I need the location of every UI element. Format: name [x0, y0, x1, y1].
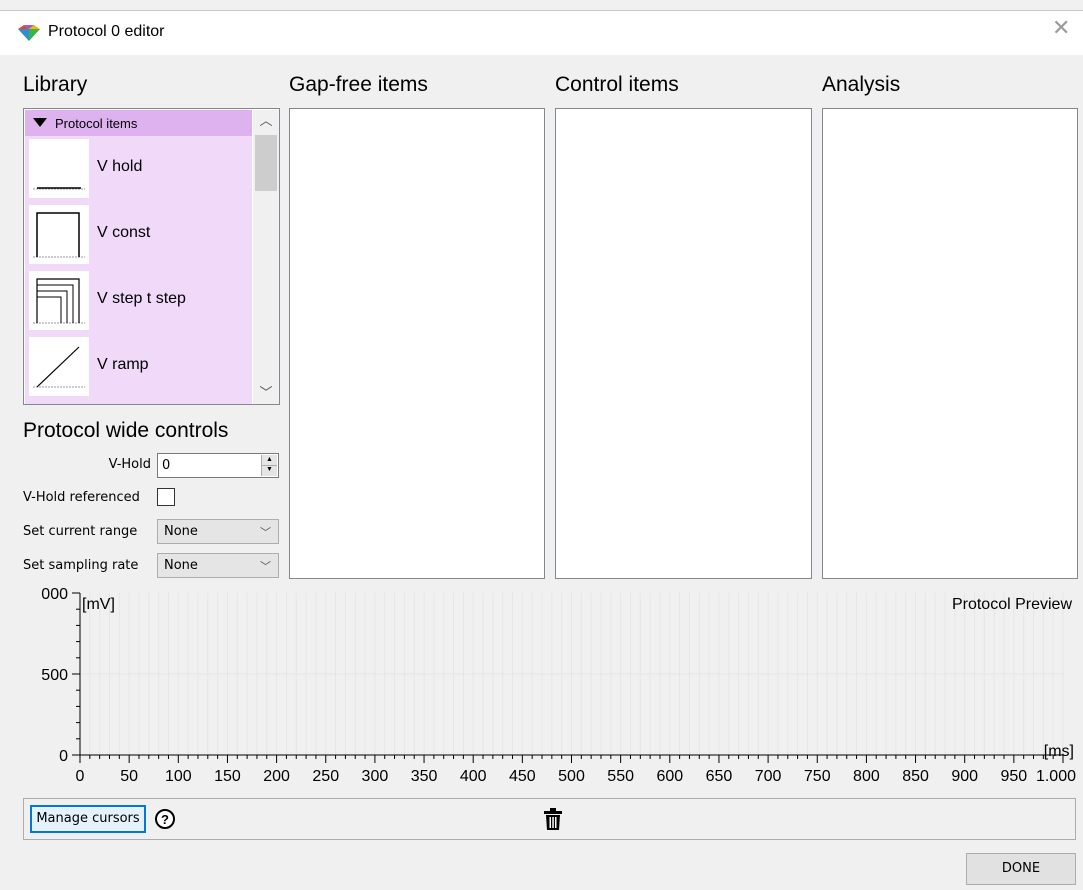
- sampling-rate-value: None: [164, 558, 198, 573]
- x-tick-label: 0: [76, 768, 85, 785]
- library-item-label: V hold: [97, 158, 143, 175]
- analysis-title: Analysis: [822, 73, 901, 96]
- library-item-label: V ramp: [97, 356, 149, 373]
- scroll-down-icon[interactable]: ﹀: [253, 382, 279, 404]
- chevron-down-icon: ﹀: [260, 526, 271, 539]
- library-item-v-step-t-step[interactable]: V step t step: [25, 268, 252, 333]
- library-item-list: V hold V const V step t step V ramp: [25, 136, 252, 404]
- v-const-icon: [29, 205, 89, 264]
- x-tick-label: 1.000: [1036, 768, 1076, 785]
- library-title: Library: [23, 73, 88, 96]
- y-tick-label: 0: [59, 748, 68, 765]
- x-tick-labels: 0 50 100 150 200 250 300 350 400 450 500 550 600 650 7…: [76, 768, 1077, 785]
- trash-icon[interactable]: [543, 807, 563, 831]
- analysis-panel[interactable]: [822, 108, 1078, 579]
- protocol-items-group-header[interactable]: Protocol items: [25, 110, 252, 136]
- gap-free-items-panel[interactable]: [289, 108, 545, 579]
- library-panel: Protocol items V hold V const V step t s…: [23, 108, 280, 405]
- spin-buttons: ▲ ▼: [261, 455, 277, 476]
- x-tick-label: 900: [951, 768, 978, 785]
- current-range-value: None: [164, 524, 198, 539]
- window-title: Protocol 0 editor: [48, 23, 165, 40]
- scroll-up-icon[interactable]: ︿: [253, 110, 279, 132]
- x-tick-label: 600: [656, 768, 683, 785]
- bottom-toolbar: Manage cursors ?: [23, 798, 1076, 840]
- x-tick-label: 300: [362, 768, 389, 785]
- v-hold-referenced-checkbox[interactable]: [157, 488, 175, 506]
- x-tick-label: 400: [460, 768, 487, 785]
- plot-grid: [79, 593, 1064, 755]
- v-step-t-step-icon: [29, 271, 89, 330]
- v-hold-spinbox[interactable]: ▲ ▼: [157, 453, 279, 478]
- x-tick-label: 250: [312, 768, 339, 785]
- manage-cursors-button[interactable]: Manage cursors: [30, 805, 146, 833]
- current-range-select[interactable]: None ﹀: [157, 519, 279, 544]
- x-tick-label: 750: [804, 768, 831, 785]
- library-item-label: V step t step: [97, 290, 186, 307]
- v-ramp-icon: [29, 337, 89, 396]
- close-icon[interactable]: ✕: [1052, 17, 1070, 39]
- sampling-rate-label: Set sampling rate: [23, 558, 139, 573]
- v-hold-referenced-label: V-Hold referenced: [23, 490, 140, 505]
- gap-free-title: Gap-free items: [289, 73, 428, 96]
- v-hold-input[interactable]: [160, 456, 259, 475]
- y-tick-label: 500: [41, 667, 68, 684]
- x-tick-label: 100: [165, 768, 192, 785]
- protocol-items-group-label: Protocol items: [55, 116, 138, 131]
- x-tick-label: 450: [509, 768, 536, 785]
- x-tick-label: 650: [706, 768, 733, 785]
- v-hold-icon: [29, 139, 89, 198]
- x-tick-label: 800: [853, 768, 880, 785]
- protocol-wide-controls-title: Protocol wide controls: [23, 419, 229, 442]
- library-item-label: V const: [97, 224, 151, 241]
- scroll-thumb[interactable]: [255, 135, 277, 191]
- x-tick-label: 700: [755, 768, 782, 785]
- help-icon[interactable]: ?: [155, 809, 175, 829]
- library-item-v-ramp[interactable]: V ramp: [25, 334, 252, 399]
- current-range-label: Set current range: [23, 524, 138, 539]
- x-tick-label: 850: [902, 768, 929, 785]
- y-tick-label: 000: [41, 586, 68, 603]
- collapse-triangle-icon[interactable]: [33, 118, 47, 127]
- done-button[interactable]: DONE: [966, 853, 1076, 885]
- y-axis-unit: [mV]: [82, 596, 115, 613]
- plot-title: Protocol Preview: [952, 596, 1072, 613]
- spin-down-icon[interactable]: ▼: [262, 465, 277, 475]
- x-tick-label: 200: [263, 768, 290, 785]
- x-tick-label: 550: [607, 768, 634, 785]
- x-tick-label: 950: [1000, 768, 1027, 785]
- app-logo-icon: [18, 25, 40, 41]
- y-tick-labels: 0 500 000: [41, 586, 68, 765]
- library-item-v-hold[interactable]: V hold: [25, 136, 252, 201]
- control-items-panel[interactable]: [555, 108, 812, 579]
- v-hold-label: V-Hold: [108, 457, 151, 472]
- x-axis-unit: [ms]: [1044, 743, 1074, 760]
- x-tick-label: 50: [120, 768, 138, 785]
- library-scrollbar[interactable]: ︿ ﹀: [253, 110, 279, 404]
- x-tick-label: 350: [411, 768, 438, 785]
- x-tick-label: 150: [214, 768, 241, 785]
- protocol-preview-plot[interactable]: Protocol Preview [mV] [ms] 0 500 000 0 50 10…: [0, 585, 1083, 799]
- library-item-v-const[interactable]: V const: [25, 202, 252, 267]
- plot-axes: [72, 592, 1064, 763]
- sampling-rate-select[interactable]: None ﹀: [157, 553, 279, 578]
- control-items-title: Control items: [555, 73, 679, 96]
- title-bar: Protocol 0 editor ✕: [0, 10, 1083, 55]
- x-tick-label: 500: [558, 768, 585, 785]
- chevron-down-icon: ﹀: [260, 560, 271, 573]
